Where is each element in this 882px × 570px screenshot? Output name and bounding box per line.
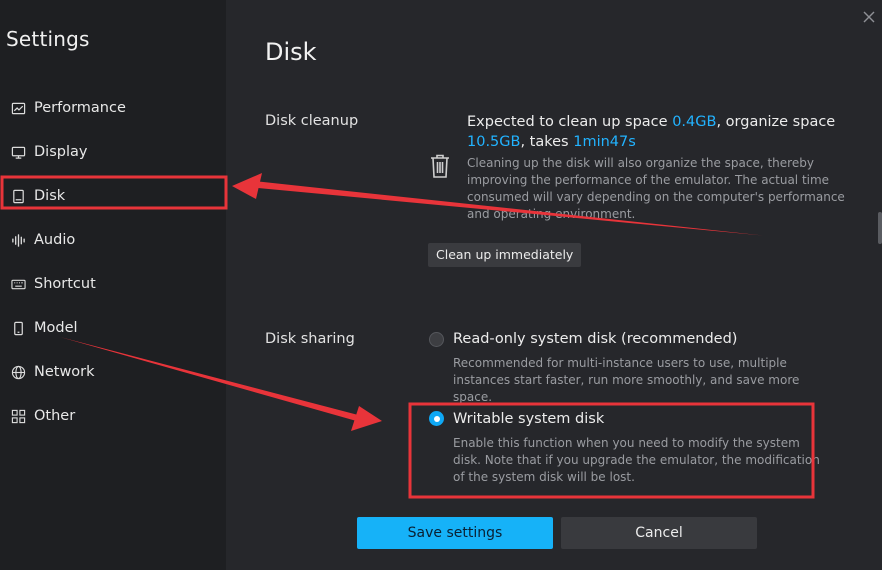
grid-icon [10, 408, 26, 424]
sidebar-item-label: Model [34, 320, 78, 336]
disk-icon [10, 188, 26, 204]
performance-chart-icon [10, 100, 26, 116]
sidebar-item-label: Shortcut [34, 276, 96, 292]
organize-space-value: 10.5GB [467, 134, 521, 150]
sidebar-item-model[interactable]: Model [0, 306, 226, 350]
scrollbar-thumb[interactable] [878, 212, 882, 244]
monitor-icon [10, 144, 26, 160]
cleanup-summary-takes: , takes [520, 134, 574, 150]
keyboard-icon [10, 276, 26, 292]
read-only-disk-option-label[interactable]: Read-only system disk (recommended) [453, 331, 737, 347]
read-only-disk-description: Recommended for multi-instance users to … [453, 356, 800, 404]
sidebar-item-label: Audio [34, 232, 76, 248]
sidebar-item-audio[interactable]: Audio [0, 218, 226, 262]
sidebar-item-performance[interactable]: Performance [0, 86, 226, 130]
sidebar-item-label: Display [34, 144, 88, 160]
cleanup-time-value: 1min47s [573, 134, 636, 150]
sidebar-item-disk[interactable]: Disk [0, 174, 226, 218]
sidebar-item-label: Network [34, 364, 95, 380]
sidebar-item-label: Disk [34, 188, 66, 204]
disk-sharing-label: Disk sharing [265, 331, 355, 347]
writable-disk-radio[interactable] [429, 411, 444, 426]
sidebar-title: Settings [6, 27, 90, 51]
sidebar-item-label: Other [34, 408, 76, 424]
sidebar-item-display[interactable]: Display [0, 130, 226, 174]
cleanup-summary: Expected to clean up space 0.4GB, organi… [467, 112, 847, 152]
writable-disk-description: Enable this function when you need to mo… [453, 436, 820, 484]
writable-disk-option-label[interactable]: Writable system disk [453, 411, 604, 427]
settings-sidebar: Settings Performance Display Disk Audio [0, 0, 226, 570]
cleanup-summary-prefix: Expected to clean up space [467, 114, 673, 130]
audio-wave-icon [10, 232, 26, 248]
save-settings-button[interactable]: Save settings [357, 517, 553, 549]
cleanup-summary-mid: , organize space [716, 114, 836, 130]
cancel-button[interactable]: Cancel [561, 517, 757, 549]
sidebar-nav: Performance Display Disk Audio Shortcut [0, 86, 226, 438]
disk-cleanup-label: Disk cleanup [265, 113, 359, 129]
cleanup-description: Cleaning up the disk will also organize … [467, 156, 845, 221]
clean-space-value: 0.4GB [672, 114, 717, 130]
sidebar-item-other[interactable]: Other [0, 394, 226, 438]
close-icon[interactable] [860, 8, 878, 26]
sidebar-item-network[interactable]: Network [0, 350, 226, 394]
trash-icon [429, 153, 451, 179]
clean-up-immediately-button[interactable]: Clean up immediately [428, 243, 582, 267]
page-title: Disk [265, 38, 317, 66]
globe-icon [10, 364, 26, 380]
sidebar-item-label: Performance [34, 100, 126, 116]
sidebar-item-shortcut[interactable]: Shortcut [0, 262, 226, 306]
read-only-disk-radio[interactable] [429, 332, 444, 347]
phone-icon [10, 320, 26, 336]
disk-settings-panel: Disk Disk cleanup Expected to clean up s… [226, 0, 882, 570]
